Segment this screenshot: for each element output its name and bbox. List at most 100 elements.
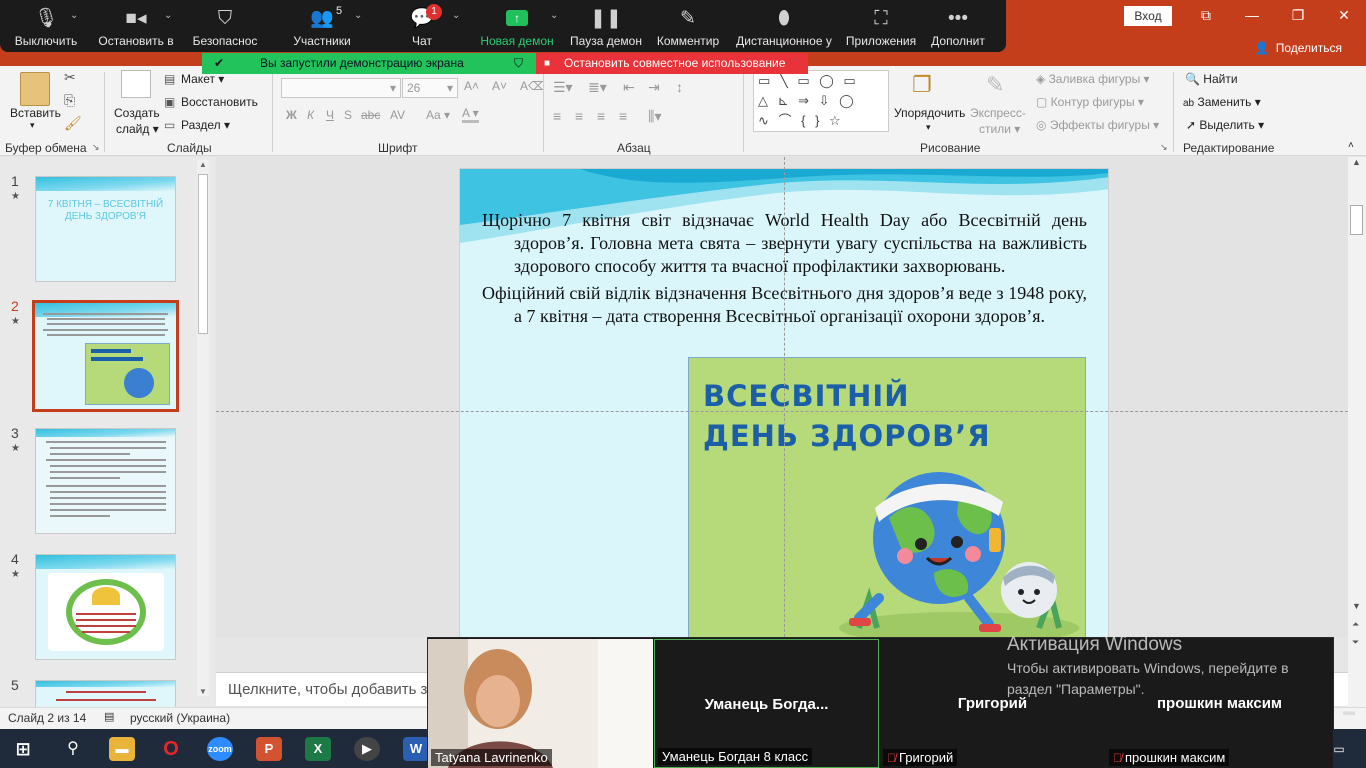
slide-thumbnail-3[interactable] (35, 428, 176, 534)
video-tile-active-speaker[interactable]: Уманець Богда... Уманець Богдан 8 класс (654, 639, 879, 768)
strikethrough-button[interactable]: abc (361, 108, 380, 122)
stop-share-button[interactable]: ■ Остановить совместное использование (536, 53, 808, 74)
ribbon-display-icon[interactable]: ⧉ (1183, 0, 1229, 32)
increase-indent-icon[interactable]: ⇥ (648, 79, 660, 96)
mute-button[interactable]: 🎙 ⌄ Выключить (0, 0, 92, 52)
line-spacing-icon[interactable]: ↕ (676, 79, 683, 95)
chevron-down-icon[interactable]: ⌄ (70, 10, 78, 21)
new-share-button[interactable]: ↑ ⌄ Новая демон (470, 0, 564, 52)
font-color-icon[interactable]: A ▾ (462, 106, 479, 123)
align-right-icon[interactable]: ≡ (597, 108, 605, 124)
shape-outline-button[interactable]: ▢ Контур фигуры ▾ (1036, 95, 1144, 109)
opera-icon[interactable]: O (158, 737, 184, 761)
minimize-strip-icon[interactable]: ▬ (1343, 704, 1355, 718)
layout-button[interactable]: Макет ▾ (181, 72, 224, 86)
new-slide-label-2[interactable]: слайд ▾ (116, 122, 159, 136)
shape-fill-button[interactable]: ◈ Заливка фигуры ▾ (1036, 72, 1150, 86)
pause-share-button[interactable]: ❚❚ Пауза демон (564, 0, 648, 52)
cut-icon[interactable]: ✂ (64, 69, 76, 86)
numbering-icon[interactable]: ≣▾ (588, 79, 607, 96)
apps-button[interactable]: ⛶ Приложения (840, 0, 922, 52)
grow-font-icon[interactable]: A˄ (464, 79, 479, 93)
quick-styles-icon[interactable]: ✎ (986, 72, 1004, 98)
zoom-icon[interactable]: zoom (207, 737, 233, 761)
close-icon[interactable]: ✕ (1321, 0, 1366, 32)
quick-styles-label[interactable]: Экспресс- (970, 106, 1026, 120)
section-button[interactable]: Раздел ▾ (181, 118, 230, 132)
next-slide-icon[interactable]: ⏷ (1352, 637, 1359, 648)
powerpoint-icon[interactable]: P (256, 737, 282, 761)
decrease-indent-icon[interactable]: ⇤ (623, 79, 635, 96)
italic-button[interactable]: К (307, 108, 314, 122)
font-name-combo[interactable]: ▾ (281, 78, 401, 98)
annotate-button[interactable]: ✎ Комментир (648, 0, 728, 52)
scroll-down-icon[interactable]: ▼ (1352, 601, 1361, 611)
slide-scrollbar[interactable]: ▲ ▼ ⏶ ⏷ (1348, 157, 1366, 707)
more-button[interactable]: ••• Дополнит (922, 0, 994, 52)
shrink-font-icon[interactable]: A˅ (492, 79, 507, 93)
bullets-icon[interactable]: ☰▾ (553, 79, 573, 96)
clear-format-icon[interactable]: A⌫ (520, 79, 545, 93)
shapes-gallery[interactable]: ▭ ╲ ▭ ◯ ▭ △ ⊾ ⇒ ⇩ ◯ ∿ ⌒ { } ☆ (753, 70, 889, 132)
bold-button[interactable]: Ж (286, 108, 297, 122)
chevron-down-icon[interactable]: ⌄ (354, 10, 362, 21)
stop-video-button[interactable]: ■◂ ⌄ Остановить в (92, 0, 180, 52)
video-tile[interactable]: Tatyana Lavrinenko (428, 639, 653, 768)
clipboard-launcher-icon[interactable]: ↘ (92, 142, 100, 153)
paste-dropdown-icon[interactable]: ▾ (30, 120, 35, 131)
scrollbar-thumb[interactable] (1350, 205, 1363, 235)
scroll-up-icon[interactable]: ▲ (199, 160, 207, 169)
media-player-icon[interactable]: ▶ (354, 737, 380, 761)
quick-styles-label-2[interactable]: стили ▾ (979, 122, 1020, 136)
login-button[interactable]: Вход (1124, 6, 1172, 26)
select-button[interactable]: ➚ Выделить ▾ (1186, 118, 1264, 132)
thumbnails-scrollbar[interactable]: ▲ ▼ (197, 160, 209, 696)
align-left-icon[interactable]: ≡ (553, 108, 561, 124)
paste-icon[interactable] (20, 72, 50, 106)
chevron-down-icon[interactable]: ⌄ (452, 10, 460, 21)
new-slide-label[interactable]: Создать (114, 106, 160, 120)
chat-button[interactable]: 💬 1 ⌄ Чат (374, 0, 470, 52)
drawing-launcher-icon[interactable]: ↘ (1160, 142, 1168, 153)
restore-icon[interactable]: ❐ (1275, 0, 1321, 32)
participants-button[interactable]: 👥 5 ⌄ Участники (270, 0, 374, 52)
previous-slide-icon[interactable]: ⏶ (1352, 619, 1359, 630)
char-spacing-icon[interactable]: AV (390, 108, 405, 122)
justify-icon[interactable]: ≡ (619, 108, 627, 124)
scroll-down-icon[interactable]: ▼ (199, 687, 207, 696)
scroll-up-icon[interactable]: ▲ (1352, 157, 1361, 167)
share-button[interactable]: 👤 Поделиться (1255, 41, 1342, 55)
font-size-combo[interactable]: 26 ▾ (402, 78, 458, 98)
chevron-down-icon[interactable]: ⌄ (164, 10, 172, 21)
columns-icon[interactable]: ⫼▾ (648, 108, 661, 125)
file-explorer-icon[interactable]: ▬ (109, 737, 135, 761)
change-case-button[interactable]: Aa ▾ (426, 108, 450, 122)
shadow-button[interactable]: S (344, 108, 352, 122)
world-health-day-poster[interactable]: ВСЕСВІТНІЙ ДЕНЬ ЗДОРОВ’Я (688, 357, 1086, 637)
reset-button[interactable]: Восстановить (181, 95, 258, 109)
chevron-down-icon[interactable]: ⌄ (550, 10, 558, 21)
underline-button[interactable]: Ч (326, 108, 334, 122)
spellcheck-icon[interactable]: ▤ (104, 710, 114, 723)
format-painter-icon[interactable]: 🖌 (64, 115, 82, 132)
slide-thumbnail-1[interactable]: 7 КВІТНЯ – ВСЕСВІТНІЙ ДЕНЬ ЗДОРОВ’Я (35, 176, 176, 282)
arrange-dropdown-icon[interactable]: ▾ (926, 122, 931, 133)
collapse-ribbon-icon[interactable]: ˄ (1348, 140, 1354, 151)
arrange-button[interactable]: Упорядочить (894, 106, 965, 120)
word-icon[interactable]: W (403, 737, 429, 761)
slide-thumbnail-5[interactable] (35, 680, 176, 707)
security-button[interactable]: ⛉ Безопаснос (180, 0, 270, 52)
scrollbar-thumb[interactable] (198, 174, 208, 334)
slide-thumbnail-2[interactable] (32, 300, 179, 412)
shape-effects-button[interactable]: ◎ Эффекты фигуры ▾ (1036, 118, 1159, 132)
language-indicator[interactable]: русский (Украина) (130, 711, 230, 725)
search-icon[interactable]: ⚲ (60, 737, 86, 761)
arrange-icon[interactable]: ❐ (912, 72, 932, 98)
excel-icon[interactable]: X (305, 737, 331, 761)
new-slide-icon[interactable] (121, 70, 151, 98)
windows-start-icon[interactable]: ⊞ (10, 737, 36, 761)
replace-button[interactable]: ab Заменить ▾ (1183, 95, 1261, 109)
remote-control-button[interactable]: ⬮ Дистанционное у (728, 0, 840, 52)
minimize-icon[interactable]: — (1229, 0, 1275, 32)
paste-button[interactable]: Вставить (10, 106, 61, 120)
